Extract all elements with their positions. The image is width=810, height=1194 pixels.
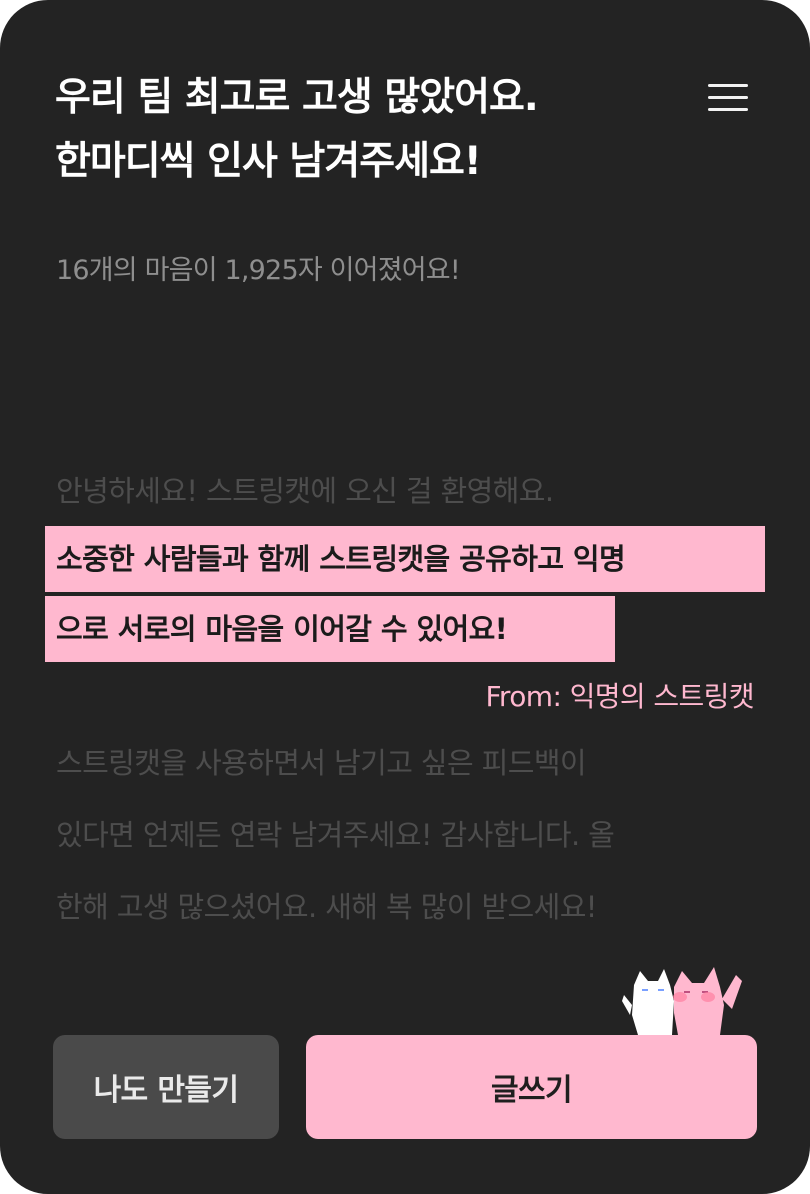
message-card: 우리 팀 최고로 고생 많았어요. 한마디씩 인사 남겨주세요! 16개의 마음… [0,0,810,1194]
title-line-2: 한마디씩 인사 남겨주세요! [55,139,482,184]
cat-pair-icon [622,967,742,1035]
message-count-summary: 16개의 마음이 1,925자 이어졌어요! [56,255,461,286]
faded-message-line: 있다면 언제든 연락 남겨주세요! 감사합니다. 올 [56,818,615,852]
highlighted-message-line-2: 으로 서로의 마음을 이어갈 수 있어요! [45,596,615,662]
hamburger-menu-icon[interactable] [706,80,750,116]
write-button[interactable]: 글쓰기 [306,1035,757,1139]
page-title: 우리 팀 최고로 고생 많았어요. 한마디씩 인사 남겨주세요! [55,66,675,194]
faded-message-line: 스트링캣을 사용하면서 남기고 싶은 피드백이 [56,746,587,780]
message-author: From: 익명의 스트링캣 [485,680,754,713]
make-mine-button[interactable]: 나도 만들기 [53,1035,279,1139]
highlighted-message-line-1: 소중한 사람들과 함께 스트링캣을 공유하고 익명 [45,526,765,592]
faded-message-line: 안녕하세요! 스트링캣에 오신 걸 환영해요. [56,474,554,508]
faded-message-line: 한해 고생 많으셨어요. 새해 복 많이 받으세요! [56,890,597,924]
title-line-1: 우리 팀 최고로 고생 많았어요. [55,75,539,120]
